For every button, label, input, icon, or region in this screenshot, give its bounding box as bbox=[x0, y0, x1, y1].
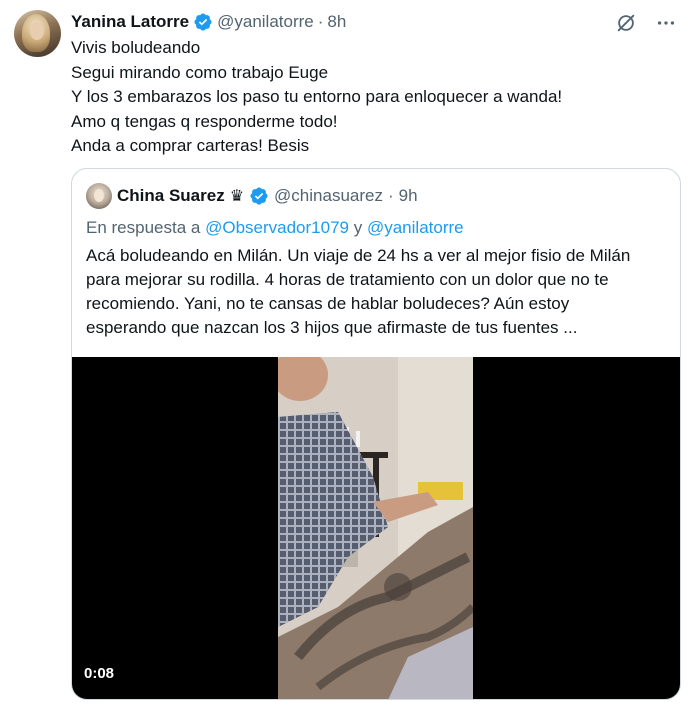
tweet-line: Amo q tengas q responderme todo! bbox=[71, 111, 338, 131]
quoted-tweet-header: China Suarez ♛ @chinasuarez · 9h bbox=[86, 183, 418, 209]
tweet-line: Anda a comprar carteras! Besis bbox=[71, 136, 310, 155]
separator-dot: · bbox=[387, 186, 394, 205]
video-thumbnail bbox=[278, 357, 473, 699]
tweet-actions bbox=[613, 10, 679, 36]
reply-prefix: En respuesta a bbox=[86, 218, 201, 237]
quoted-line: esperando que nazcan los 3 hijos que afi… bbox=[86, 318, 578, 337]
more-dots-icon[interactable] bbox=[653, 10, 679, 36]
tweet-line: Segui mirando como trabajo Euge bbox=[71, 62, 329, 82]
quoted-author-handle[interactable]: @chinasuarez bbox=[274, 186, 383, 206]
video-duration: 0:08 bbox=[84, 665, 115, 682]
reply-mention-link[interactable]: @yanilatorre bbox=[367, 218, 464, 237]
quoted-line: recomiendo. Yani, no te cansas de hablar… bbox=[86, 294, 570, 313]
grok-slash-circle-icon[interactable] bbox=[613, 10, 639, 36]
author-name[interactable]: Yanina Latorre bbox=[71, 12, 189, 32]
quoted-author-avatar[interactable] bbox=[86, 183, 112, 209]
avatar-face bbox=[30, 22, 44, 40]
quoted-tweet-text: Acá boludeando en Milán. Un viaje de 24 … bbox=[86, 244, 671, 340]
tweet-text: Vivis boludeando Segui mirando como trab… bbox=[71, 36, 671, 159]
separator-dot: · bbox=[317, 12, 324, 31]
author-handle[interactable]: @yanilatorre bbox=[217, 12, 314, 32]
tweet[interactable]: Yanina Latorre @yanilatorre · 8h Vivis b… bbox=[0, 0, 693, 708]
tweet-header: Yanina Latorre @yanilatorre · 8h bbox=[71, 10, 346, 34]
reply-mention-link[interactable]: @Observador1079 bbox=[205, 218, 349, 237]
tweet-timestamp[interactable]: 8h bbox=[327, 12, 346, 32]
verified-badge-icon bbox=[193, 12, 213, 32]
reply-joiner: y bbox=[353, 218, 363, 237]
tweet-line: Y los 3 embarazos los paso tu entorno pa… bbox=[71, 87, 563, 106]
quoted-line: para mejorar su rodilla. 4 horas de trat… bbox=[86, 270, 609, 289]
quoted-author-name[interactable]: China Suarez bbox=[117, 186, 225, 206]
author-avatar[interactable] bbox=[14, 10, 61, 57]
verified-badge-icon bbox=[249, 186, 269, 206]
video-player[interactable]: 0:08 bbox=[72, 357, 680, 699]
reply-context: En respuesta a @Observador1079 y @yanila… bbox=[86, 218, 464, 238]
quoted-timestamp[interactable]: 9h bbox=[399, 186, 418, 206]
tweet-line: Vivis boludeando bbox=[71, 38, 201, 57]
crown-icon: ♛ bbox=[229, 188, 245, 205]
quoted-tweet[interactable]: China Suarez ♛ @chinasuarez · 9h En resp… bbox=[71, 168, 681, 700]
quoted-line: Acá boludeando en Milán. Un viaje de 24 … bbox=[86, 246, 631, 265]
